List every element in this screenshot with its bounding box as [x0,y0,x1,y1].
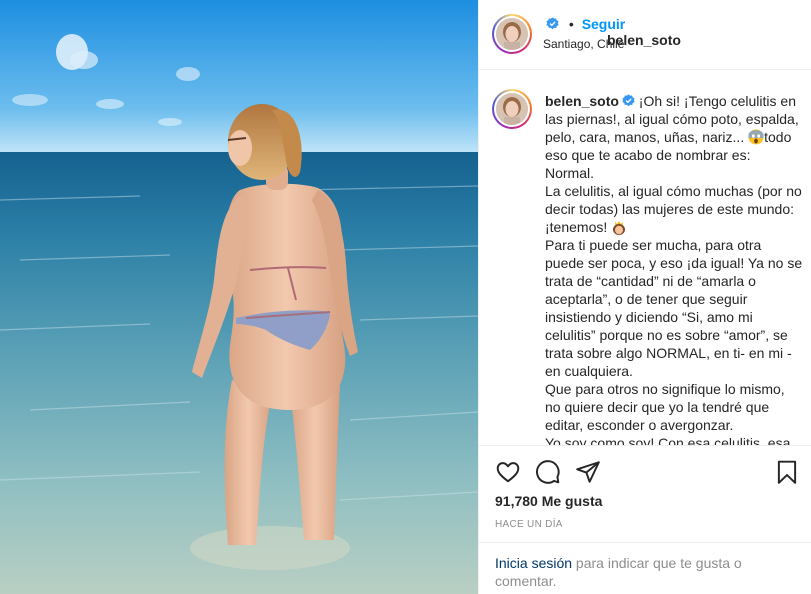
caption-avatar[interactable] [492,89,532,129]
post-actions: 91,780 Me gusta HACE UN DÍA Inicia sesió… [479,445,811,594]
avatar-face-icon [496,93,528,125]
likes-count[interactable]: 91,780 Me gusta [495,493,602,509]
beach-photo-image [0,0,478,594]
post-timestamp[interactable]: HACE UN DÍA [495,519,563,530]
screaming-face-emoji-icon [748,129,764,145]
login-prompt: Inicia sesión para indicar que te gusta … [479,542,811,594]
crowned-woman-emoji-icon [613,221,626,235]
caption-text-5: Que para otros no signifique lo mismo, n… [545,381,785,433]
header-user-row: belen_soto • Seguir [543,16,681,48]
caption-text-4: Para ti puede ser mucha, para otra puede… [545,237,803,379]
post-photo[interactable] [0,0,478,594]
verified-badge-icon [546,17,559,30]
post-side-panel: belen_soto • Seguir Santiago, Chile bele… [478,0,811,594]
heart-icon[interactable] [495,459,521,485]
share-icon[interactable] [575,459,601,485]
post-caption: belen_soto ¡Oh si! ¡Tengo celulitis en l… [545,92,803,445]
follow-button[interactable]: Seguir [582,16,626,32]
avatar-face-icon [496,18,528,50]
bookmark-icon[interactable] [774,459,800,485]
profile-avatar[interactable] [492,14,532,54]
header-separator: • [568,16,574,32]
login-link[interactable]: Inicia sesión [495,555,572,571]
caption-username[interactable]: belen_soto [545,93,619,109]
caption-text-3: La celulitis, al igual cómo muchas (por … [545,183,802,235]
instagram-post: belen_soto • Seguir Santiago, Chile bele… [0,0,811,594]
post-header: belen_soto • Seguir Santiago, Chile [479,0,811,70]
login-text: Inicia sesión para indicar que te gusta … [495,554,795,590]
caption-text-6: Yo soy como soy! Con esa celulitis, esa [545,435,791,445]
comment-icon[interactable] [535,459,561,485]
comments-area[interactable]: belen_soto ¡Oh si! ¡Tengo celulitis en l… [479,71,811,445]
post-location[interactable]: Santiago, Chile [543,37,624,51]
verified-badge-icon [622,94,635,107]
